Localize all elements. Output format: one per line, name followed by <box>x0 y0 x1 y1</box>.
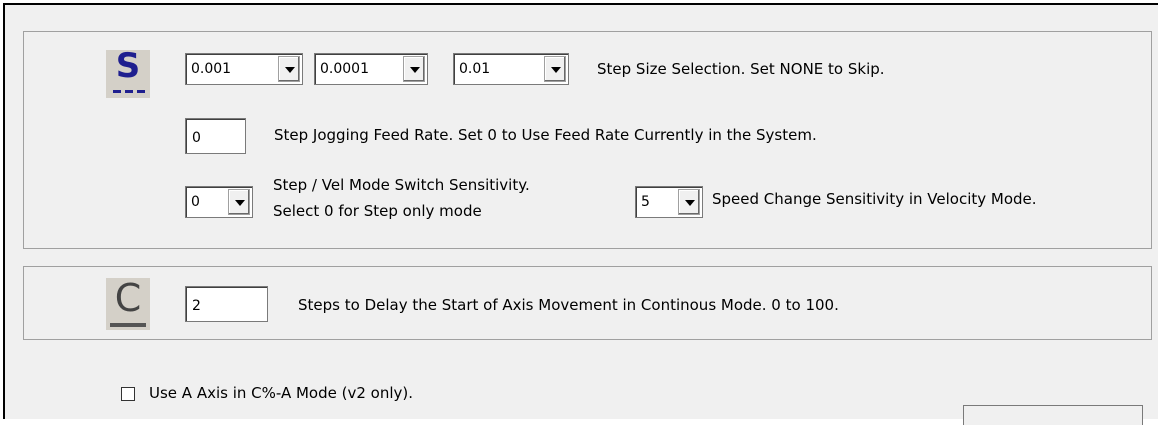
step-size-label: Step Size Selection. Set NONE to Skip. <box>597 60 885 78</box>
mode-switch-label-line1: Step / Vel Mode Switch Sensitivity. <box>273 176 530 194</box>
speed-change-sensitivity-select[interactable]: 5 <box>635 186 703 218</box>
step-size-3-select[interactable]: 0.01 <box>453 53 569 85</box>
step-mode-icon: S <box>106 46 150 98</box>
dropdown-arrow-icon[interactable] <box>403 56 425 82</box>
partial-button[interactable] <box>963 405 1143 425</box>
feed-rate-label: Step Jogging Feed Rate. Set 0 to Use Fee… <box>274 126 817 144</box>
delay-steps-input[interactable]: 2 <box>185 286 268 322</box>
step-icon-letter: S <box>115 46 141 86</box>
continuous-mode-icon: C <box>106 276 150 330</box>
dropdown-arrow-icon[interactable] <box>278 56 300 82</box>
dropdown-arrow-icon[interactable] <box>228 189 250 215</box>
dropdown-arrow-icon[interactable] <box>544 56 566 82</box>
continuous-icon-letter: C <box>114 276 142 320</box>
dropdown-arrow-icon[interactable] <box>678 189 700 215</box>
feed-rate-input[interactable]: 0 <box>185 118 246 154</box>
mode-switch-sensitivity-select[interactable]: 0 <box>185 186 253 218</box>
speed-change-label: Speed Change Sensitivity in Velocity Mod… <box>712 190 1037 208</box>
step-size-2-select[interactable]: 0.0001 <box>314 53 428 85</box>
mode-switch-label-line2: Select 0 for Step only mode <box>273 202 482 220</box>
a-axis-checkbox-label[interactable]: Use A Axis in C%-A Mode (v2 only). <box>149 384 413 402</box>
delay-steps-label: Steps to Delay the Start of Axis Movemen… <box>298 296 839 314</box>
a-axis-checkbox[interactable] <box>121 387 135 401</box>
step-size-1-select[interactable]: 0.001 <box>185 53 303 85</box>
